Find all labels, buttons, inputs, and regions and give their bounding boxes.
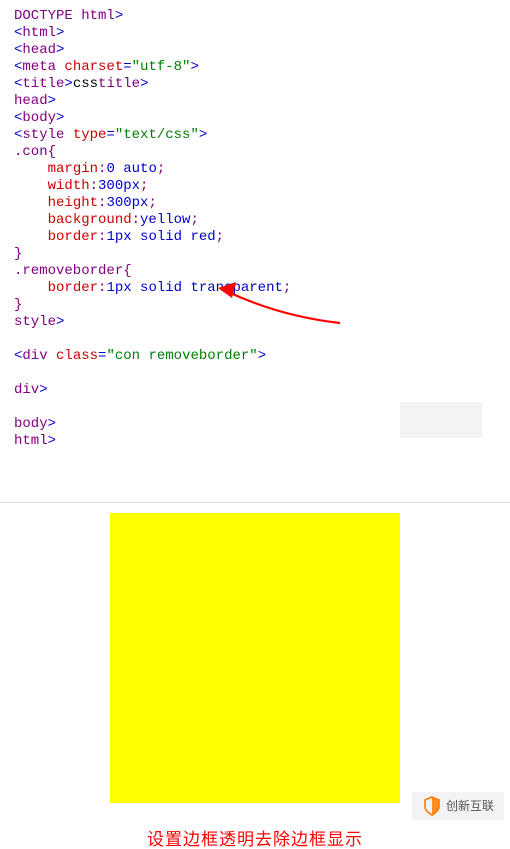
- watermark-text: 创新互联: [446, 798, 494, 815]
- yellow-box: [110, 513, 400, 803]
- code-block: DOCTYPE html> <html> <head> <meta charse…: [0, 0, 510, 464]
- blank-overlay: [400, 402, 482, 438]
- caption-text: 设置边框透明去除边框显示: [0, 831, 510, 848]
- watermark: 创新互联: [412, 792, 504, 820]
- demo-output: [0, 503, 510, 803]
- watermark-logo-icon: [422, 796, 442, 816]
